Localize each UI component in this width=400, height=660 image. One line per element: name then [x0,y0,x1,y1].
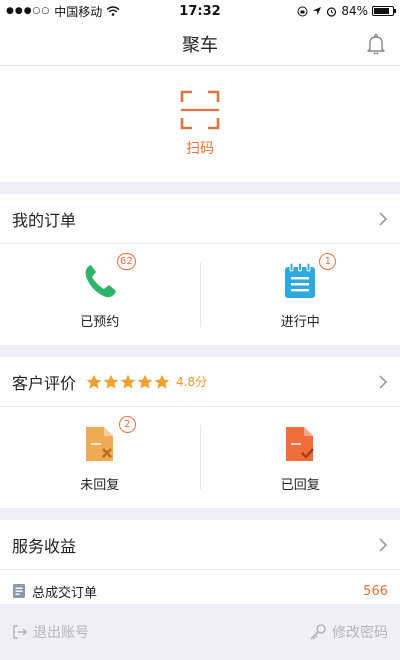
star-icon [154,374,170,389]
order-label: 已预约 [80,315,120,330]
battery-fill [374,8,389,14]
logout-icon [13,625,28,639]
scan-icon [180,90,220,130]
notepad-icon [285,262,316,298]
location-arrow-icon [313,7,322,15]
carrier-label: 中国移动 [54,4,103,19]
review-item-replied[interactable]: 已回复 [201,407,400,508]
review-label: 已回复 [280,478,320,493]
logout-button[interactable]: 退出账号 [12,622,89,642]
rating-stars: 4.8分 [86,373,207,390]
review-icon-wrap [278,422,322,466]
reviews-split: 2 未回复 已回复 [0,407,400,508]
chevron-right-icon [379,375,388,389]
order-item-booked[interactable]: 62 已预约 [0,244,200,345]
phone-icon [85,265,116,298]
order-label: 进行中 [280,315,320,330]
orders-header[interactable]: 我的订单 [0,194,400,244]
total-orders-value: 566 [363,583,388,599]
status-bar: ●●●○○ 中国移动 17:32 84% [0,0,400,22]
chevron-right-icon [379,212,388,226]
review-badge: 2 [118,416,136,433]
change-password-label: 修改密码 [332,625,388,641]
orders-title: 我的订单 [12,210,77,230]
chevron-right-icon [379,538,388,552]
list-doc-icon [13,584,25,598]
logout-label: 退出账号 [33,625,89,641]
alarm-icon [327,6,337,17]
reviews-card: 客户评价 4.8分 2 未回复 已回复 [0,357,400,508]
rating-score: 4.8分 [176,375,208,389]
star-icon [120,374,136,389]
rotation-lock-icon [297,6,308,16]
order-badge: 1 [319,253,337,270]
reviews-title: 客户评价 [12,373,77,393]
order-icon-wrap: 62 [78,253,136,303]
review-label: 未回复 [80,478,120,493]
signal-dots-icon: ●●●○○ [6,6,51,16]
section-gap [0,182,400,194]
orders-split: 62 已预约 1 进行中 [0,244,400,345]
doc-check-icon [286,427,315,461]
page-title: 聚车 [182,34,218,56]
key-icon [310,624,326,640]
review-icon-wrap: 2 [78,416,136,466]
battery-percent: 84% [341,4,368,18]
status-bar-left: ●●●○○ 中国移动 [6,3,120,20]
doc-x-icon [85,427,113,461]
service-title: 服务收益 [12,536,77,556]
section-gap [0,508,400,520]
scan-label: 扫码 [186,141,214,157]
wifi-icon [106,6,120,16]
bell-icon[interactable] [364,32,388,56]
battery-icon [372,6,396,16]
order-item-in-progress[interactable]: 1 进行中 [201,244,400,345]
review-item-unreplied[interactable]: 2 未回复 [0,407,200,508]
nav-bar: 聚车 [0,22,400,66]
service-header[interactable]: 服务收益 [0,520,400,570]
service-card: 服务收益 总成交订单 566 [0,520,400,612]
status-bar-right: 84% [297,4,396,18]
reviews-header[interactable]: 客户评价 4.8分 [0,357,400,407]
section-gap [0,345,400,357]
order-badge: 62 [117,253,136,270]
star-icon [137,374,153,389]
star-icon [86,374,102,389]
orders-card: 我的订单 62 已预约 1 进行中 [0,194,400,345]
order-icon-wrap: 1 [278,253,337,303]
star-icon [103,374,119,389]
change-password-button[interactable]: 修改密码 [309,622,388,642]
total-orders-label: 总成交订单 [32,585,98,601]
footer: 退出账号 修改密码 [0,604,400,660]
scan-button[interactable]: 扫码 [0,66,400,182]
